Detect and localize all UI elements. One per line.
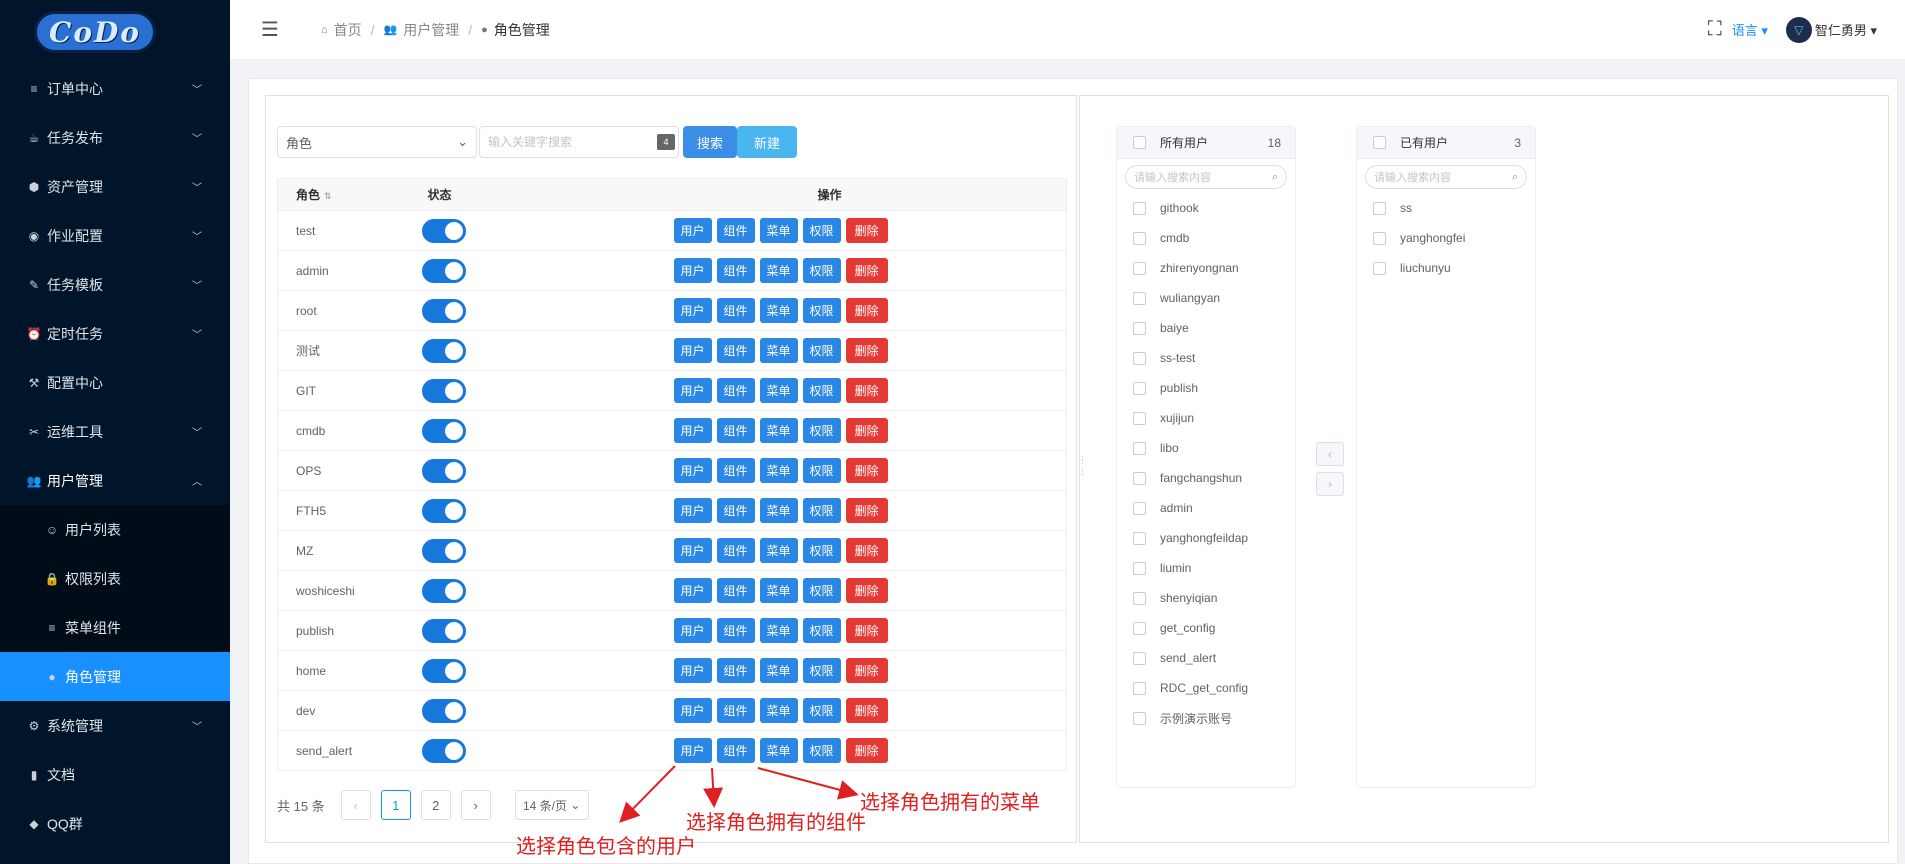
annotation-component: 选择角色拥有的组件 (686, 810, 866, 834)
annotation-arrows (619, 765, 859, 823)
annotation-user: 选择角色包含的用户 (516, 834, 696, 858)
arrow-to-menu-button (757, 767, 859, 800)
arrow-to-component-button (703, 767, 724, 808)
arrow-to-user-button (619, 765, 676, 823)
annotation-menu: 选择角色拥有的菜单 (860, 790, 1040, 814)
